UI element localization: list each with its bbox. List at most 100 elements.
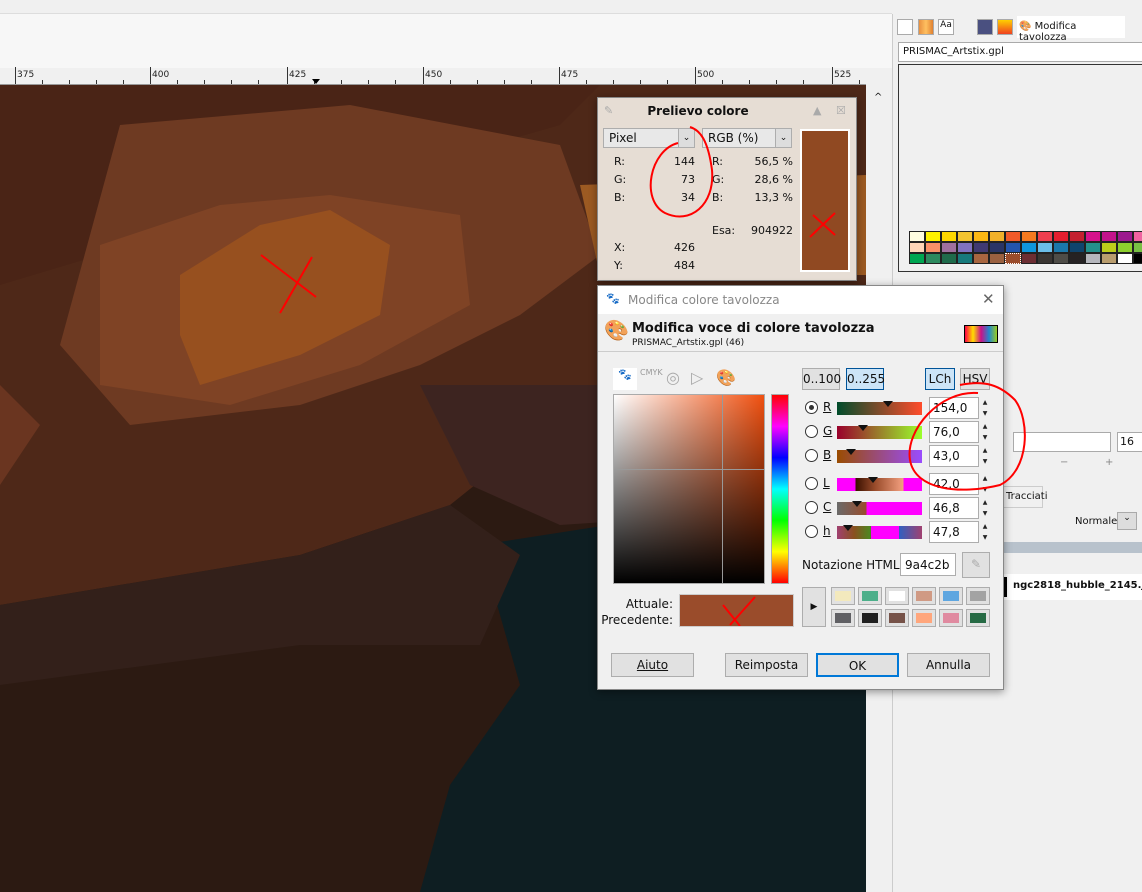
palette-swatch[interactable] <box>941 242 957 253</box>
saturation-value-area[interactable] <box>613 394 765 584</box>
palette-swatch[interactable] <box>1133 231 1142 242</box>
palette-swatch[interactable] <box>1053 242 1069 253</box>
spin-buttons[interactable]: ▲ ▼ <box>980 473 990 495</box>
channel-slider[interactable] <box>837 525 922 539</box>
history-swatch[interactable] <box>939 587 963 605</box>
palette-swatch[interactable] <box>1085 242 1101 253</box>
history-expand-button[interactable]: ▶ <box>802 587 826 627</box>
image-tab-icon[interactable] <box>977 19 993 35</box>
channel-radio[interactable] <box>805 401 818 414</box>
channel-slider[interactable] <box>837 401 922 415</box>
palette-name-field[interactable]: PRISMAC_Artstix.gpl <box>898 42 1142 62</box>
collapse-icon[interactable]: ▲ <box>813 104 821 117</box>
hsv-button[interactable]: HSV <box>960 368 990 390</box>
palette-swatch[interactable] <box>1069 253 1085 264</box>
size-field[interactable]: 16 <box>1117 432 1142 452</box>
color-model-select[interactable]: RGB (%) ⌄ <box>702 128 792 148</box>
spin-buttons[interactable]: ▲ ▼ <box>980 497 990 519</box>
palette-swatch[interactable] <box>941 253 957 264</box>
palette-swatch[interactable] <box>1085 231 1101 242</box>
channel-value-input[interactable]: 42,0 <box>929 473 979 495</box>
spin-buttons[interactable]: ▲ ▼ <box>980 445 990 467</box>
palette-swatch[interactable] <box>1021 253 1037 264</box>
spin-buttons[interactable]: ▲ ▼ <box>980 521 990 543</box>
mode-select[interactable]: Normale <box>1075 516 1117 527</box>
close-icon[interactable]: ✕ <box>982 290 995 308</box>
scroll-up-icon[interactable]: ^ <box>874 92 882 103</box>
font-tab-icon[interactable]: Aa <box>938 19 954 35</box>
brush-tab-icon[interactable] <box>897 19 913 35</box>
palette-view[interactable] <box>898 64 1142 272</box>
history-swatch[interactable] <box>966 587 990 605</box>
channel-value-input[interactable]: 76,0 <box>929 421 979 443</box>
close-icon[interactable]: ☒ <box>836 104 846 117</box>
palette-tab-icon[interactable] <box>997 19 1013 35</box>
palette-swatch[interactable] <box>973 242 989 253</box>
slider-marker[interactable] <box>843 525 854 531</box>
palette-swatch[interactable] <box>925 242 941 253</box>
history-swatch[interactable] <box>966 609 990 627</box>
palette-swatch[interactable] <box>1037 242 1053 253</box>
cmyk-selector-tab[interactable]: CMYK <box>640 368 663 390</box>
spin-buttons[interactable]: ▲ ▼ <box>980 421 990 443</box>
history-swatch[interactable] <box>912 587 936 605</box>
palette-swatch[interactable] <box>1005 242 1021 253</box>
channel-slider[interactable] <box>837 477 922 491</box>
palette-swatch[interactable] <box>989 253 1005 264</box>
palette-swatch[interactable] <box>973 231 989 242</box>
channel-radio[interactable] <box>805 477 818 490</box>
spin-buttons[interactable]: ▲ ▼ <box>980 397 990 419</box>
delete-icon[interactable]: − <box>1060 457 1068 468</box>
eyedropper-button[interactable]: ✎ <box>962 552 990 578</box>
lch-button[interactable]: LCh <box>925 368 955 390</box>
slider-marker[interactable] <box>857 425 868 431</box>
channel-slider[interactable] <box>837 501 922 515</box>
slider-marker[interactable] <box>846 449 857 455</box>
reset-button[interactable]: Reimposta <box>725 653 808 677</box>
history-swatch[interactable] <box>858 609 882 627</box>
palette-swatch[interactable] <box>1117 253 1133 264</box>
layer-row[interactable]: ngc2818_hubble_2145.jpg <box>1003 574 1142 600</box>
range-0-100-button[interactable]: 0..100 <box>802 368 841 390</box>
channel-value-input[interactable]: 46,8 <box>929 497 979 519</box>
palette-swatch[interactable] <box>1085 253 1101 264</box>
history-swatch[interactable] <box>939 609 963 627</box>
size-input-area[interactable] <box>1013 432 1111 452</box>
history-swatch[interactable] <box>831 587 855 605</box>
palette-swatch[interactable] <box>1021 242 1037 253</box>
cancel-button[interactable]: Annulla <box>907 653 990 677</box>
palette-swatch[interactable] <box>1053 253 1069 264</box>
history-swatch[interactable] <box>885 587 909 605</box>
palette-swatch[interactable] <box>1117 231 1133 242</box>
palette-swatch[interactable] <box>909 231 925 242</box>
watercolor-selector-tab[interactable]: ◎ <box>666 368 680 387</box>
palette-swatch[interactable] <box>1005 253 1021 264</box>
tab-palette-editor[interactable]: 🎨 Modifica tavolozza <box>1017 16 1125 43</box>
palette-swatch[interactable] <box>1101 231 1117 242</box>
range-0-255-button[interactable]: 0..255 <box>846 368 885 390</box>
palette-swatch[interactable] <box>1101 242 1117 253</box>
tab-paths[interactable]: Tracciati <box>1003 486 1047 508</box>
palette-swatch[interactable] <box>1005 231 1021 242</box>
add-icon[interactable]: + <box>1105 457 1113 468</box>
channel-value-input[interactable]: 43,0 <box>929 445 979 467</box>
slider-marker[interactable] <box>851 501 862 507</box>
palette-swatch[interactable] <box>1117 242 1133 253</box>
html-notation-input[interactable]: 9a4c2b <box>900 553 956 576</box>
palette-swatch[interactable] <box>1069 242 1085 253</box>
palette-swatch[interactable] <box>1101 253 1117 264</box>
palette-swatch[interactable] <box>989 242 1005 253</box>
history-swatch[interactable] <box>885 609 909 627</box>
slider-marker[interactable] <box>883 401 893 407</box>
ok-button[interactable]: OK <box>816 653 899 677</box>
palette-swatch[interactable] <box>1133 253 1142 264</box>
palette-swatch[interactable] <box>909 242 925 253</box>
channel-radio[interactable] <box>805 425 818 438</box>
mode-dropdown-icon[interactable]: ⌄ <box>1117 512 1137 530</box>
palette-swatch[interactable] <box>941 231 957 242</box>
history-swatch[interactable] <box>831 609 855 627</box>
palette-swatch[interactable] <box>989 231 1005 242</box>
sample-mode-select[interactable]: Pixel ⌄ <box>603 128 695 148</box>
palette-swatch[interactable] <box>957 253 973 264</box>
wheel-selector-tab[interactable]: ▷ <box>691 368 703 387</box>
